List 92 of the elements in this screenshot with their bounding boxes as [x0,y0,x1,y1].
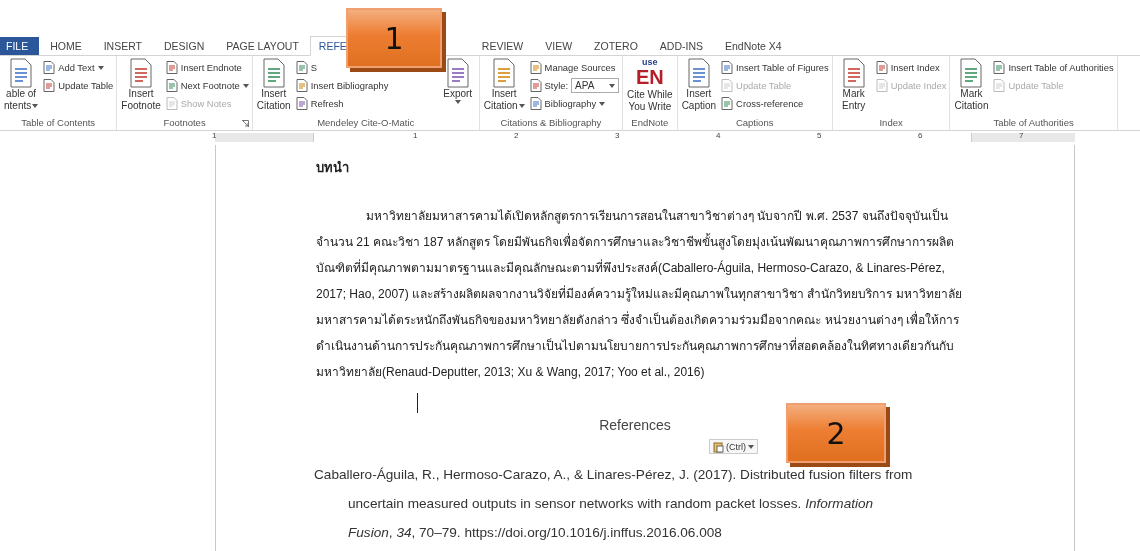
ruler-number: 4 [716,131,721,140]
ribbon-button[interactable]: Insert Bibliography [295,78,389,93]
document-icon [840,58,867,88]
document-icon [165,97,178,110]
dialog-launcher-icon[interactable] [241,120,249,127]
paragraph-line: มหาวิทยาลัยมหาสารคามได้เปิดหลักสูตรการเรียนการสอนในสาขาวิชาต่างๆ นับจากปี พ.ศ. 2537 จนถึงปัจจุบันเป็น [365,207,949,226]
document-icon [685,58,712,88]
section-heading: บทนำ [316,159,350,177]
ribbon-button[interactable]: Mark Entry [835,58,872,117]
text-cursor [417,393,418,413]
caret-icon [454,100,461,104]
ribbon-group: Mark Entry Insert Index Update Index Index [832,56,951,130]
document-icon [529,97,542,110]
ribbon-button[interactable]: Mark Citation [953,58,990,117]
ribbon-button[interactable]: Refresh [295,96,344,111]
ribbon-group: Mark Citation Insert Table of Authorities Update Table Table of Authorities [950,56,1118,130]
ribbon-button[interactable]: use EN Cite While You Write [626,58,674,117]
document-icon [993,61,1006,74]
ribbon-group: able of ntents Add Text Update Table Table of Contents [0,56,118,130]
ruler-number: 7 [1019,131,1024,140]
style-label: Style: [544,80,569,91]
ribbon-group: Insert Footnote Insert Endnote Next Footnote Show Notes Footnotes [117,56,253,130]
endnote-logo: use EN [635,58,664,87]
document-icon [444,58,471,88]
document-icon [165,79,178,92]
document-icon [43,61,56,74]
reference-line: Caballero-Águila, R., Hermoso-Carazo, A., & Linares-Pérez, J. (2017). Distributed fusion filters from [314,466,914,484]
document-icon [993,79,1006,92]
document-icon [260,58,287,88]
document-icon [295,79,308,92]
ribbon-group: Insert Caption Insert Table of Figures Update Table Cross-reference Captions [677,56,833,130]
document-icon [721,79,734,92]
paragraph-line: มหาวิทยาลัย(Renaud-Deputter, 2013; Xu & Wang, 2017; Yoo et al., 2016) [316,364,706,381]
style-dropdown[interactable]: APA [571,78,620,93]
document-icon [875,61,888,74]
ribbon-button[interactable]: Bibliography [529,96,606,111]
ruler-number: 1 [212,131,217,140]
ribbon-button[interactable]: Insert Footnote [120,58,162,117]
paste-options-button[interactable]: (Ctrl) [709,439,758,454]
ribbon-button[interactable]: Insert Caption [680,58,718,117]
ruler-number: 5 [817,131,822,140]
ribbon-group: use EN Cite While You Write EndNote [623,56,678,130]
ribbon-button[interactable]: Next Footnote [165,78,249,93]
ribbon-tab[interactable]: REFE [309,36,349,56]
ribbon-button[interactable]: Insert Table of Figures [721,60,829,75]
document-icon [529,79,542,92]
document-icon [295,97,308,110]
paragraph-line: บัณฑิตที่มีคุณภาพตามมาตรฐานและมีคุณลักษณะตามที่พึงประสงค์(Caballero-Águila, Hermoso-Carazo, & Linares-Pérez, [316,258,946,278]
caret-icon [599,101,606,106]
document-icon [8,58,35,88]
references-heading: References [599,417,671,433]
reference-line: Fusion, 34, 70–79. https://doi.org/10.1016/j.inffus.2016.06.008 [347,524,723,542]
ribbon-button[interactable]: Export [439,58,476,117]
ribbon-button[interactable]: Add Text [43,60,104,75]
clipboard-icon [713,440,724,453]
paragraph-line: ดำเนินงานด้านการประกันคุณภาพการศึกษาเป็นไปตามนโยบายการประกันคุณภาพการศึกษาที่สอดคล้องในทิศทางเดียวกันกับ [316,336,955,356]
ribbon-button[interactable]: Insert Citation [255,58,292,117]
caret-icon [97,65,104,70]
document-icon [165,61,178,74]
ruler-number: 2 [514,131,519,140]
caret-icon [748,444,754,449]
ribbon-button[interactable]: S [295,60,317,75]
document-icon [958,58,985,88]
ribbon-button[interactable]: Manage Sources [529,60,616,75]
ruler-number: 1 [413,131,418,140]
reference-line: uncertain measured outputs in sensor networks with random packet losses. Information [347,495,875,513]
document-icon [295,61,308,74]
ribbon-button[interactable]: Insert Endnote [165,60,242,75]
document-icon [721,61,734,74]
caret-icon [242,83,249,88]
ruler-number: 6 [918,131,923,140]
ribbon-button[interactable]: Update Table [43,78,114,93]
paragraph-line: จำนวน 21 คณะวิชา 187 หลักสูตร โดยมีพันธกิจเพื่อจัดการศึกษาและวิชาชีพขั้นสูงโดยมุ่งเน้นพัฒนาคุณภาพการศึกษาการผลิต [316,232,956,252]
caret-icon [609,83,616,88]
document-icon [529,61,542,74]
caret-icon [518,104,525,108]
ribbon-button[interactable]: Insert Citation [482,58,526,117]
ribbon-tab[interactable]: FILE [0,37,40,55]
ruler-number: 3 [615,131,620,140]
ribbon-button[interactable]: Cross-reference [721,96,804,111]
document-icon [43,79,56,92]
document-icon [721,97,734,110]
document-icon [491,58,518,88]
paragraph-line: 2017; Hao, 2007) และสร้างผลิตผลจากงานวิจัยที่มีองค์ความรู้ใหม่และมีคุณภาพในทุกสาขาวิชา สำนักวิทยบริการ มหาวิทยาลัย [316,284,963,304]
document-icon [875,79,888,92]
ribbon-button[interactable]: Insert Table of Authorities [993,60,1114,75]
ribbon-button[interactable]: able of ntents [3,58,40,117]
document-icon [128,58,155,88]
ribbon-button[interactable]: Insert Index [875,60,940,75]
ribbon-group: Insert Citation Manage Sources Style: APA Bibliography Citations & Bibliography [479,56,624,130]
paragraph-line: มหาสารคามได้ตระหนักถึงพันธกิจของมหาวิทยาลัยดังกล่าว ซึ่งจำเป็นต้องเกิดความร่วมมือจากคณะ หน่วยงานต่างๆ เพื่อให้การ [316,310,960,329]
caret-icon [32,104,39,108]
